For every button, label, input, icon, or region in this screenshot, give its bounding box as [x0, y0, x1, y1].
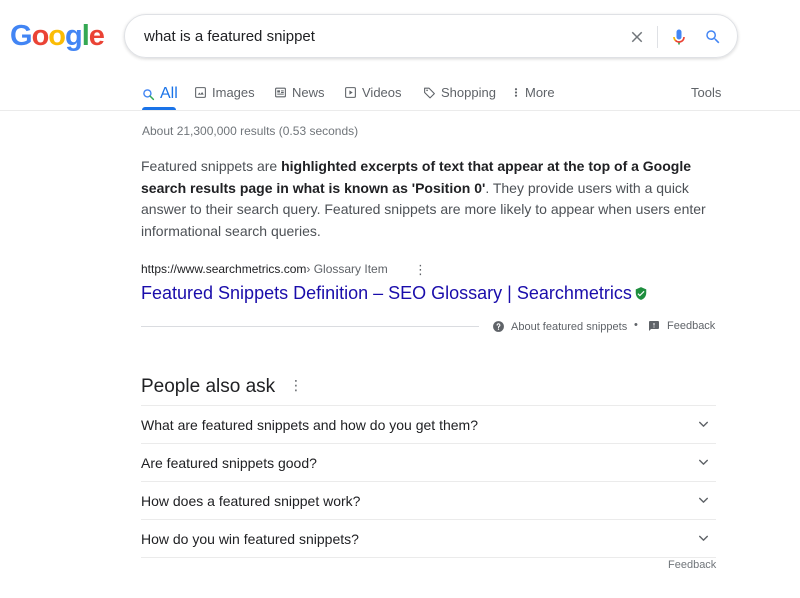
logo-letter: e [88, 20, 105, 52]
tab-images[interactable]: Images [194, 85, 255, 100]
tab-more[interactable]: More [512, 85, 555, 100]
tools-button[interactable]: Tools [691, 85, 721, 100]
about-featured-label: About featured snippets [511, 320, 628, 333]
snippet-part1: Featured snippets are [141, 158, 282, 174]
feedback-icon [649, 321, 659, 331]
tab-news[interactable]: News [274, 85, 325, 100]
result-breadcrumb: › Glossary Item [306, 262, 388, 276]
logo-letter: o [48, 20, 66, 52]
snippet-divider [141, 326, 479, 327]
video-icon [345, 87, 356, 98]
paa-feedback-link[interactable]: Feedback [668, 559, 716, 571]
tab-shopping[interactable]: Shopping [423, 85, 496, 100]
search-icon[interactable] [701, 25, 725, 49]
verified-shield-icon [635, 287, 647, 300]
tag-icon [424, 87, 435, 99]
chevron-down-icon [699, 459, 708, 465]
search-icon [143, 88, 155, 100]
search-divider [657, 26, 658, 48]
tab-label: Shopping [441, 85, 496, 100]
result-cite: https://www.searchmetrics.com › Glossary… [141, 262, 388, 276]
tab-label: News [292, 85, 325, 100]
tab-label: All [160, 85, 178, 102]
result-title-link[interactable]: Featured Snippets Definition – SEO Gloss… [141, 283, 648, 304]
result-url: https://www.searchmetrics.com [141, 262, 307, 276]
tab-videos[interactable]: Videos [344, 85, 402, 100]
paa-question[interactable]: What are featured snippets and how do yo… [141, 405, 716, 443]
search-input[interactable]: what is a featured snippet [144, 28, 315, 45]
image-icon [195, 87, 206, 98]
close-icon[interactable] [625, 25, 649, 49]
tab-all[interactable]: All [142, 85, 178, 103]
logo-letter: l [81, 20, 90, 52]
tab-label: Videos [362, 85, 402, 100]
paa-question[interactable]: How does a featured snippet work? [141, 481, 716, 519]
more-vert-icon [514, 88, 518, 97]
result-menu-icon[interactable]: ⋮ [414, 262, 427, 278]
featured-snippet-text: Featured snippets are highlighted excerp… [141, 156, 726, 242]
logo-letter: G [10, 20, 33, 52]
paa-question[interactable]: Are featured snippets good? [141, 443, 716, 481]
feedback-button[interactable]: Feedback [648, 320, 715, 332]
result-title: Featured Snippets Definition – SEO Gloss… [141, 283, 632, 303]
paa-list: What are featured snippets and how do yo… [141, 405, 716, 558]
paa-question-text: How do you win featured snippets? [141, 531, 359, 547]
tab-label: Images [212, 85, 255, 100]
paa-menu-icon[interactable]: ⋮ [289, 377, 303, 394]
paa-question-text: What are featured snippets and how do yo… [141, 417, 478, 433]
result-stats: About 21,300,000 results (0.53 seconds) [142, 124, 359, 138]
mic-icon[interactable] [667, 25, 691, 49]
logo-letter: o [31, 20, 50, 52]
tabs-divider [0, 110, 800, 111]
separator-dot: • [634, 319, 638, 331]
chevron-down-icon [699, 421, 708, 427]
feedback-label: Feedback [667, 320, 716, 332]
chevron-down-icon [699, 535, 708, 541]
logo-letter: g [65, 20, 83, 52]
paa-question[interactable]: How do you win featured snippets? [141, 519, 716, 558]
news-icon [275, 87, 286, 98]
help-icon [493, 321, 504, 332]
google-logo[interactable]: Google [10, 20, 105, 53]
search-box[interactable]: what is a featured snippet [124, 14, 738, 58]
about-featured-snippets[interactable]: About featured snippets [492, 320, 627, 333]
paa-question-text: Are featured snippets good? [141, 455, 317, 471]
tab-label: More [525, 85, 555, 100]
chevron-down-icon [699, 497, 708, 503]
paa-title: People also ask [141, 376, 276, 397]
paa-question-text: How does a featured snippet work? [141, 493, 361, 509]
